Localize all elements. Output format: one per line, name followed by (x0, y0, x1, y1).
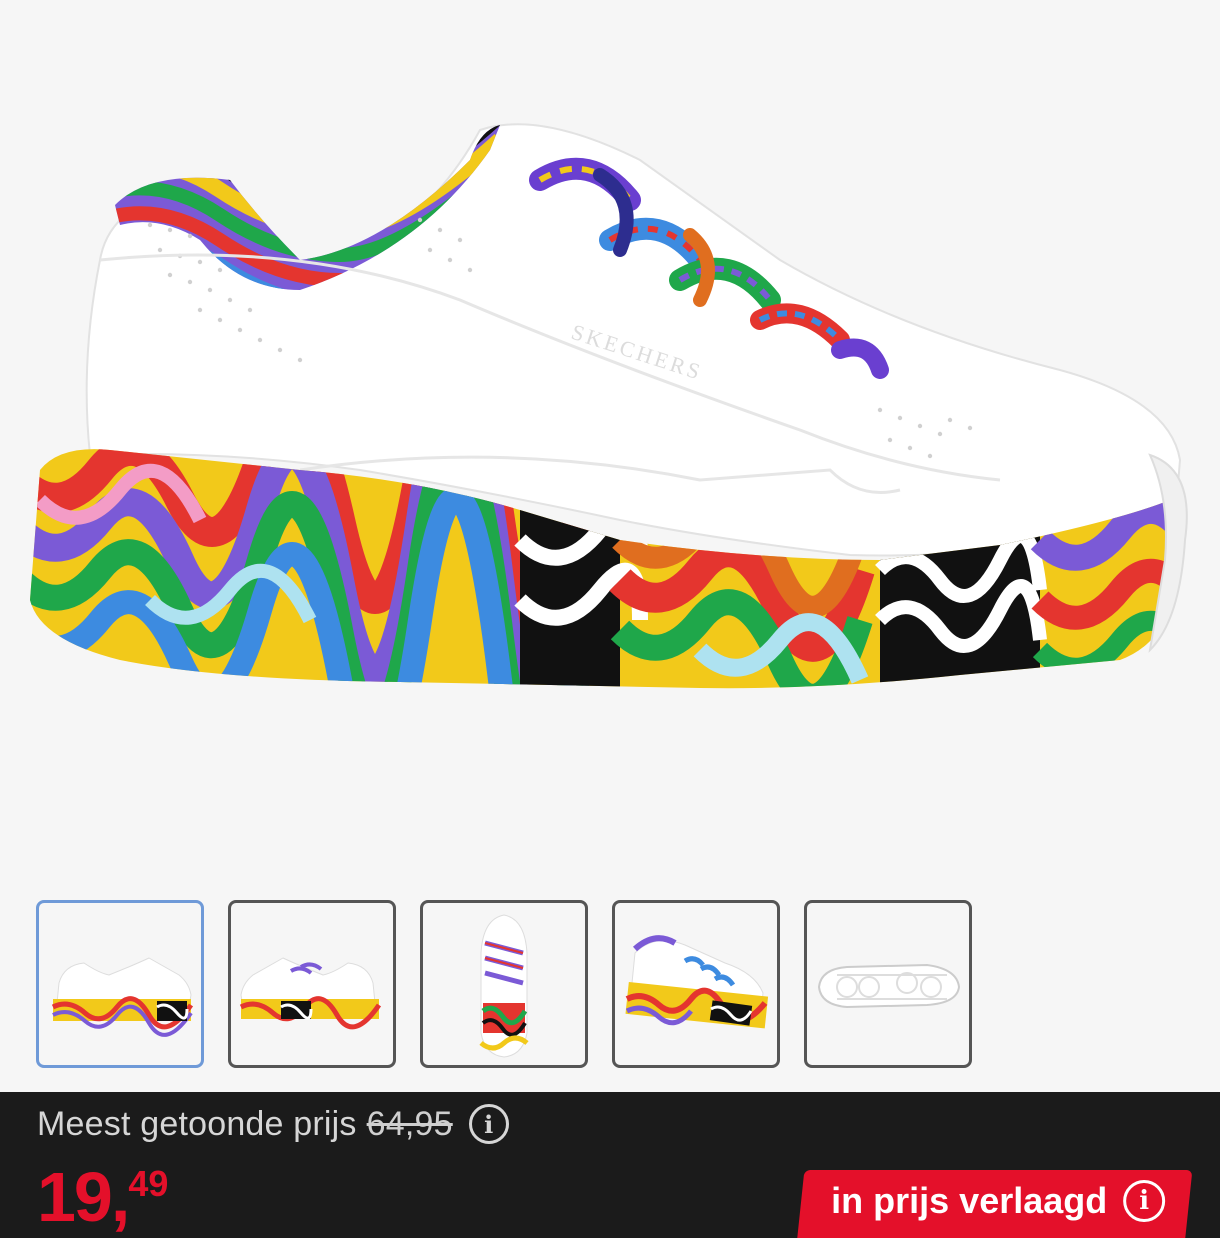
thumbnail-5[interactable] (804, 900, 972, 1068)
thumb-sneaker-angle-icon (625, 935, 769, 1029)
thumb-sneaker-side-icon (51, 957, 194, 1037)
price-comma: , (110, 1158, 131, 1236)
price-cents: 49 (128, 1163, 169, 1204)
most-shown-label: Meest getoonde prijs (37, 1104, 357, 1143)
price-reduced-label: in prijs verlaagd (831, 1180, 1108, 1221)
thumbnail-4[interactable] (612, 900, 780, 1068)
badge-info-icon[interactable]: i (1123, 1180, 1166, 1222)
thumb-sneaker-top-icon (479, 914, 529, 1058)
thumbnail-2[interactable] (228, 900, 396, 1068)
sneaker-illustration: SKECHERS (30, 123, 1188, 689)
old-price: 64,95 (366, 1104, 453, 1143)
info-icon[interactable]: i (468, 1104, 509, 1144)
thumbnail-1[interactable] (36, 900, 204, 1068)
thumb-sneaker-inner-icon (239, 957, 382, 1030)
price-main: 19 (37, 1158, 113, 1236)
thumb-sneaker-sole-icon (817, 963, 961, 1009)
most-shown-price: Meest getoonde prijs 64,95 i (37, 1104, 509, 1144)
product-main-image[interactable]: SKECHERS (0, 0, 1220, 880)
current-price: 19,49 (37, 1162, 168, 1232)
price-reduced-badge[interactable]: in prijs verlaagd i (796, 1170, 1193, 1238)
thumbnail-strip (36, 900, 972, 1068)
thumbnail-3[interactable] (420, 900, 588, 1068)
product-page: SKECHERS Meest getoonde prijs 64,95 i 19… (0, 0, 1220, 1238)
